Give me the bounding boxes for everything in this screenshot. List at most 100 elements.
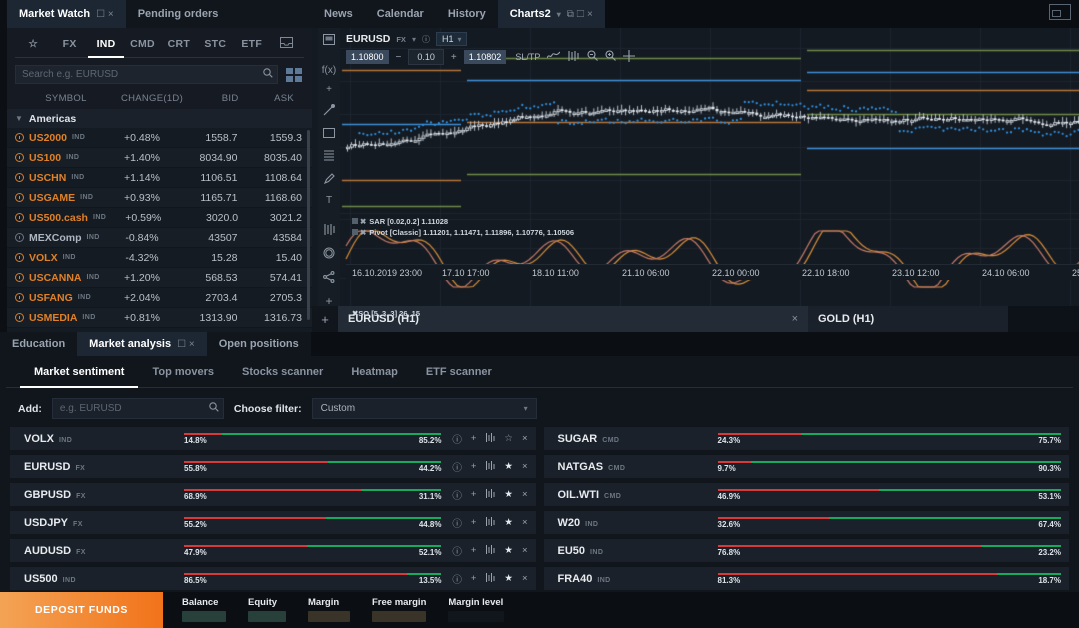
category-etf[interactable]: ETF [234, 33, 270, 56]
layout-panel-icon[interactable] [1049, 4, 1071, 20]
info-icon[interactable]: ⓘ [452, 488, 462, 502]
info-icon[interactable]: ⓘ [452, 572, 462, 586]
search-input[interactable] [16, 69, 259, 80]
category-favorites[interactable]: ☆ [15, 33, 51, 56]
favorite-star-icon[interactable]: ★ [504, 573, 513, 584]
sltp-button[interactable]: SL/TP [515, 52, 540, 62]
text-tool-icon[interactable]: T [326, 196, 332, 206]
close-icon[interactable]: × [522, 545, 528, 556]
trendline-icon[interactable] [323, 104, 335, 119]
close-icon[interactable]: × [522, 517, 528, 528]
add-icon[interactable]: + [471, 433, 477, 444]
favorite-star-icon[interactable]: ★ [504, 489, 513, 500]
search-box[interactable] [15, 65, 278, 84]
info-icon[interactable]: ⓘ [452, 460, 462, 474]
sentiment-row[interactable]: GBPUSDFX68.9%31.1%ⓘ+★× [10, 483, 536, 506]
ask-cell[interactable]: 3021.2 [244, 212, 312, 224]
tab-pending-orders[interactable]: Pending orders [126, 0, 231, 28]
sentiment-row[interactable]: USDJPYFX55.2%44.8%ⓘ+★× [10, 511, 536, 534]
add-icon[interactable]: + [471, 489, 477, 500]
timeframe-selector[interactable]: H1 ▾ [436, 32, 468, 46]
volume-decrease-button[interactable]: − [394, 52, 404, 63]
chart-icon[interactable] [485, 461, 495, 473]
tab-market-analysis-buttons[interactable]: ☐ × [177, 339, 195, 350]
tab-news[interactable]: News [312, 0, 365, 28]
zoom-in-icon[interactable] [605, 50, 616, 64]
subtab-top-movers[interactable]: Top movers [138, 360, 228, 387]
ask-cell[interactable]: 1168.60 [244, 192, 313, 204]
tab-calendar[interactable]: Calendar [365, 0, 436, 28]
search-icon[interactable] [205, 402, 223, 415]
category-stc[interactable]: STC [197, 33, 233, 56]
close-icon[interactable]: × [522, 489, 528, 500]
alert-clock-icon[interactable] [15, 133, 24, 142]
table-row[interactable]: US500.cashIND+0.59%3020.03021.2 [7, 208, 312, 228]
alert-clock-icon[interactable] [15, 173, 24, 182]
bid-cell[interactable]: 1313.90 [179, 312, 244, 324]
info-icon[interactable]: ⓘ [422, 34, 430, 45]
crosshair-plus-icon[interactable]: + [326, 85, 332, 95]
ask-cell[interactable]: 1559.3 [244, 132, 313, 144]
layout-grid-icon[interactable] [284, 65, 304, 84]
subtab-stocks-scanner[interactable]: Stocks scanner [228, 360, 337, 387]
sentiment-row[interactable]: EU50IND76.8%23.2% [544, 539, 1070, 562]
volume-value[interactable]: 0.10 [408, 49, 444, 65]
bid-cell[interactable]: 568.53 [179, 272, 244, 284]
bid-cell[interactable]: 1558.7 [179, 132, 244, 144]
filter-select[interactable]: Custom ▾ [312, 398, 537, 419]
chart-icon[interactable] [485, 573, 495, 585]
table-row[interactable]: USCANNAIND+1.20%568.53574.41 [7, 268, 312, 288]
add-icon[interactable]: + [471, 461, 477, 472]
zoom-out-icon[interactable] [587, 50, 598, 64]
market-watch-group-header[interactable]: ▼ Americas [7, 109, 312, 128]
tab-market-watch-buttons[interactable]: ☐ × [96, 9, 114, 20]
sentiment-row[interactable]: AUDUSDFX47.9%52.1%ⓘ+★× [10, 539, 536, 562]
sentiment-row[interactable]: OIL.WTICMD46.9%53.1% [544, 483, 1070, 506]
favorite-star-icon[interactable]: ★ [504, 545, 513, 556]
table-row[interactable]: USCHNIND+1.14%1106.511108.64 [7, 168, 312, 188]
close-icon[interactable]: × [522, 573, 528, 584]
table-row[interactable]: VOLXIND-4.32%15.2815.40 [7, 248, 312, 268]
pencil-icon[interactable] [324, 173, 335, 187]
bid-cell[interactable]: 1106.51 [179, 172, 244, 184]
ask-cell[interactable]: 43584 [244, 232, 313, 244]
add-symbol-input[interactable] [53, 403, 205, 414]
sentiment-row[interactable]: SUGARCMD24.3%75.7% [544, 427, 1070, 450]
share-icon[interactable] [323, 271, 335, 286]
info-icon[interactable]: ⓘ [452, 544, 462, 558]
settings-gear-icon[interactable] [323, 247, 335, 262]
table-row[interactable]: USGAMEIND+0.93%1165.711168.60 [7, 188, 312, 208]
table-row[interactable]: MEXCompIND-0.84%4350743584 [7, 228, 312, 248]
alert-clock-icon[interactable] [15, 293, 24, 302]
favorite-star-icon[interactable]: ★ [504, 517, 513, 528]
category-fx[interactable]: FX [51, 33, 87, 56]
ask-cell[interactable]: 574.41 [244, 272, 313, 284]
category-crt[interactable]: CRT [161, 33, 197, 56]
rectangle-icon[interactable] [323, 128, 335, 141]
close-icon[interactable]: × [522, 433, 528, 444]
bid-cell[interactable]: 2703.4 [179, 292, 244, 304]
tab-open-positions[interactable]: Open positions [207, 332, 311, 356]
add-icon[interactable]: + [471, 545, 477, 556]
bid-cell[interactable]: 1165.71 [179, 192, 244, 204]
info-icon[interactable]: ⓘ [452, 516, 462, 530]
sentiment-row[interactable]: VOLXIND14.8%85.2%ⓘ+☆× [10, 427, 536, 450]
chevron-down-icon[interactable]: ▾ [412, 35, 416, 44]
info-icon[interactable]: ⓘ [452, 432, 462, 446]
chart-canvas-area[interactable]: ✖SAR [0.02,0.2] 1.11028 ✖Pivot [Classic]… [312, 28, 1079, 306]
alert-clock-icon[interactable] [15, 193, 24, 202]
ask-cell[interactable]: 2705.3 [244, 292, 313, 304]
chart-icon[interactable] [485, 517, 495, 529]
chevron-down-icon[interactable]: ▾ [557, 10, 561, 19]
deposit-funds-button[interactable]: DEPOSIT FUNDS [0, 592, 163, 628]
sentiment-row[interactable]: US500IND86.5%13.5%ⓘ+★× [10, 567, 536, 590]
add-icon[interactable]: + [471, 517, 477, 528]
inbox-icon[interactable] [270, 32, 304, 57]
sentiment-row[interactable]: FRA40IND81.3%18.7% [544, 567, 1070, 590]
market-watch-scrollbar[interactable] [307, 130, 310, 320]
bid-cell[interactable]: 8034.90 [179, 152, 244, 164]
table-row[interactable]: US100IND+1.40%8034.908035.40 [7, 148, 312, 168]
ask-cell[interactable]: 1316.73 [244, 312, 313, 324]
category-ind[interactable]: IND [88, 33, 124, 58]
ask-cell[interactable]: 15.40 [244, 252, 313, 264]
